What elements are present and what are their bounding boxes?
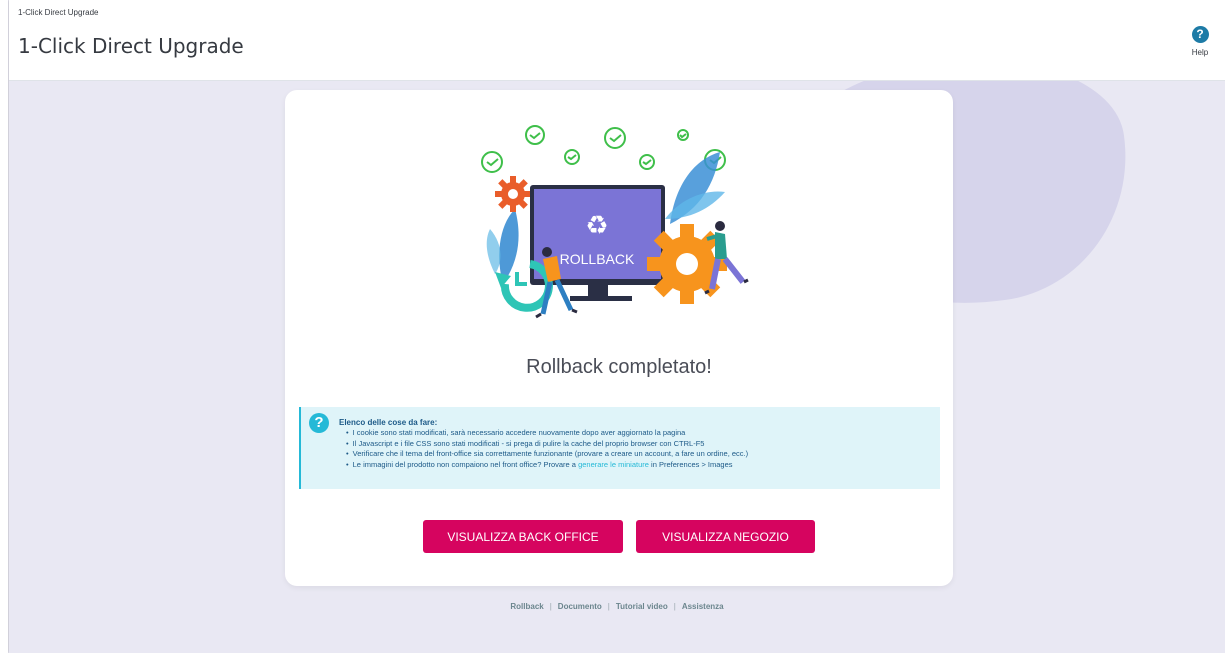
footer-separator: |	[549, 602, 552, 611]
view-back-office-button[interactable]: VISUALIZZA BACK OFFICE	[423, 520, 623, 553]
footer-link-tutorial-video[interactable]: Tutorial video	[616, 602, 668, 611]
footer-separator: |	[607, 602, 610, 611]
footer-link-documento[interactable]: Documento	[558, 602, 602, 611]
list-item: I cookie sono stati modificati, sarà nec…	[346, 428, 748, 439]
todo-alert: ? Elenco delle cose da fare: I cookie so…	[299, 407, 940, 489]
generate-thumbnails-link[interactable]: generare le miniature	[578, 460, 649, 469]
svg-text:♻: ♻	[585, 211, 608, 241]
help-button[interactable]: ? Help	[1185, 26, 1215, 57]
main-content: ♻ ROLLBACK Rollback completato! ? Elenco…	[9, 81, 1225, 653]
list-item-text: in Preferences > Images	[648, 459, 733, 469]
illustration-label: ROLLBACK	[560, 251, 635, 267]
small-gear-icon	[495, 176, 531, 212]
list-item: Verificare che il tema del front-office …	[346, 449, 749, 460]
list-item: Il Javascript e i file CSS sono stati mo…	[346, 439, 748, 450]
footer-links: Rollback | Documento | Tutorial video | Assist…	[9, 602, 1225, 611]
rollback-illustration: ♻ ROLLBACK	[481, 125, 749, 319]
rollback-card: ♻ ROLLBACK Rollback completato! ? Elenco…	[285, 90, 953, 586]
check-icons	[481, 125, 726, 173]
breadcrumb[interactable]: 1-Click Direct Upgrade	[18, 8, 98, 17]
view-shop-button[interactable]: VISUALIZZA NEGOZIO	[636, 520, 815, 553]
left-rail	[0, 0, 8, 653]
help-icon: ?	[1191, 26, 1209, 43]
help-label: Help	[1191, 48, 1209, 57]
footer-separator: |	[673, 602, 676, 611]
todo-list: I cookie sono stati modificati, sarà nec…	[346, 428, 749, 471]
page-title: 1-Click Direct Upgrade	[18, 34, 244, 58]
rollback-complete-title: Rollback completato!	[526, 356, 712, 378]
page-header: 1-Click Direct Upgrade 1-Click Direct Up…	[9, 0, 1225, 81]
list-item-text: Le immagini del prodotto non compaiono n…	[352, 459, 579, 469]
question-icon: ?	[309, 413, 329, 433]
footer-link-assistenza[interactable]: Assistenza	[682, 602, 724, 611]
footer-link-rollback[interactable]: Rollback	[510, 602, 543, 611]
list-item: Le immagini del prodotto non compaiono n…	[346, 460, 748, 471]
todo-title: Elenco delle cose da fare:	[339, 418, 438, 427]
